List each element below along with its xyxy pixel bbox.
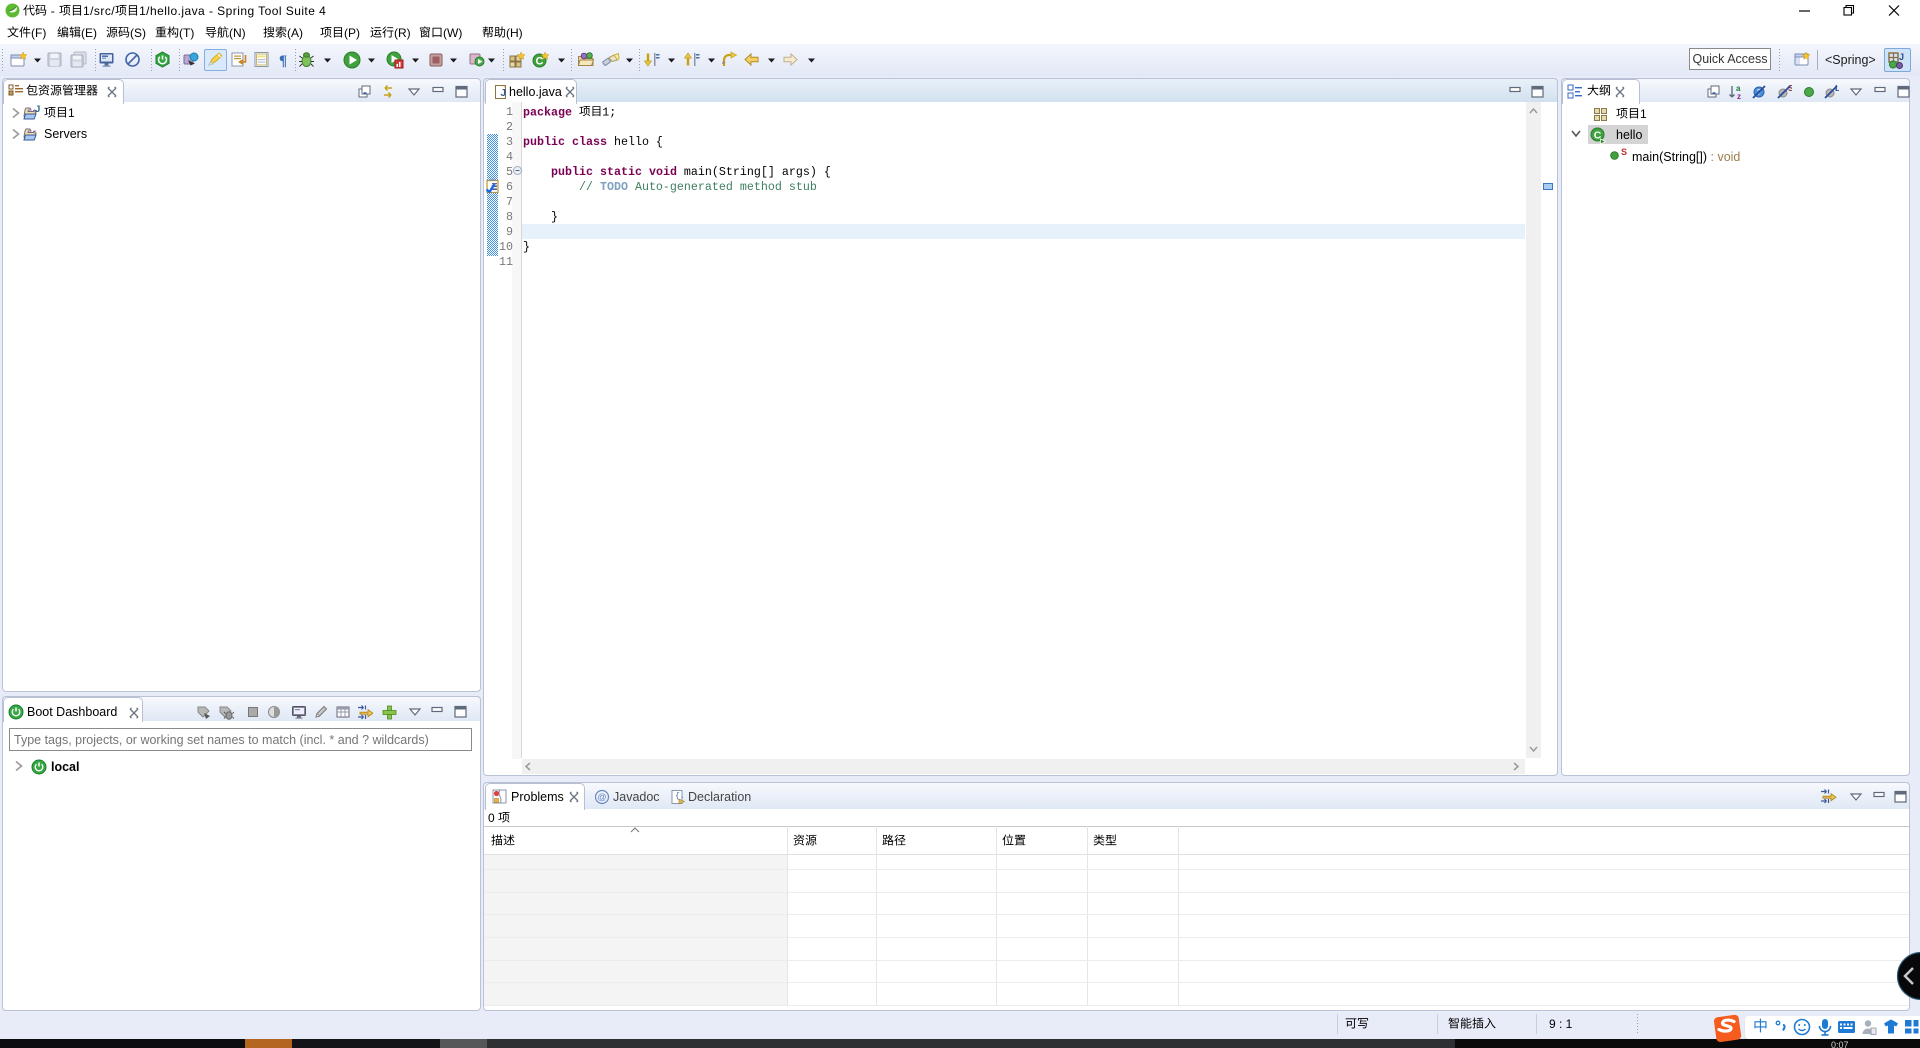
svg-text:z: z xyxy=(1737,92,1741,100)
svg-text:C: C xyxy=(536,56,544,68)
svg-text:¶: ¶ xyxy=(279,53,287,69)
svg-text:J: J xyxy=(501,88,507,99)
svg-text:J: J xyxy=(35,105,40,115)
svg-text:J: J xyxy=(1899,52,1904,62)
svg-text:@: @ xyxy=(597,792,606,802)
